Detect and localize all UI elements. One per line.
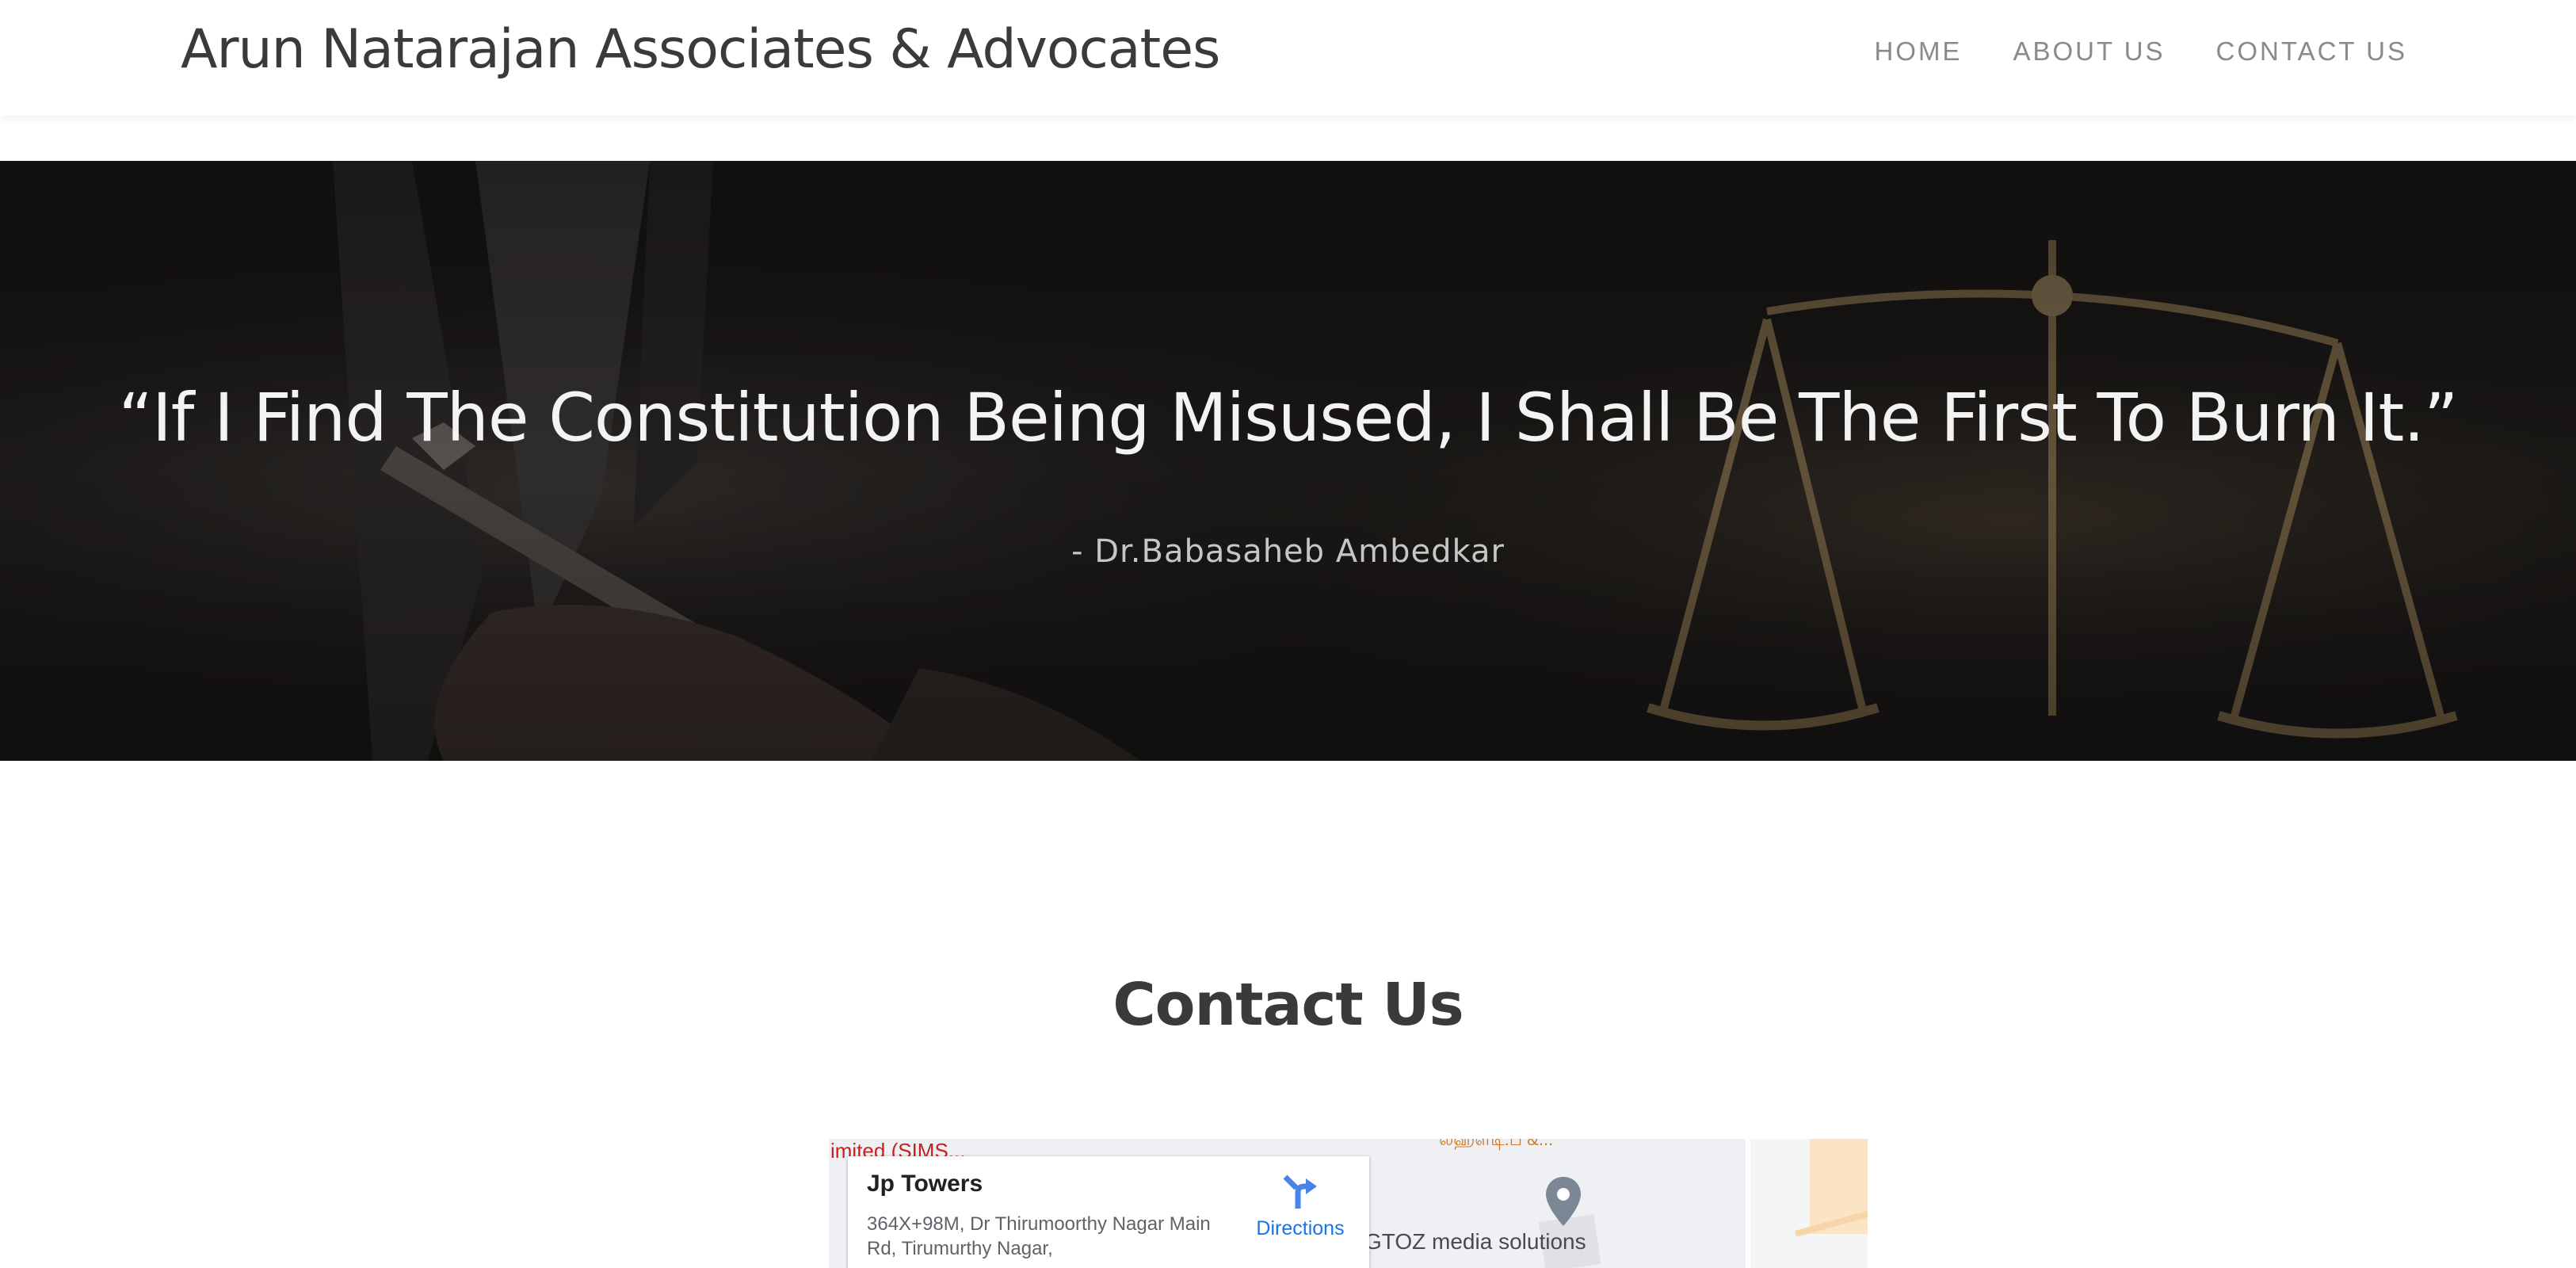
hero-quote-author: - Dr.Babasaheb Ambedkar [1071, 533, 1505, 570]
map-business-label[interactable]: GTOZ media solutions [1364, 1229, 1586, 1255]
hero-quote: “If I Find The Constitution Being Misuse… [118, 379, 2459, 456]
hero-banner: “If I Find The Constitution Being Misuse… [0, 161, 2576, 761]
main-nav: HOME ABOUT US CONTACT US [1874, 32, 2407, 71]
map-pin-icon[interactable] [1544, 1175, 1582, 1228]
map-place-address: 364X+98M, Dr Thirumoorthy Nagar Main Rd,… [867, 1213, 1211, 1259]
contact-section-title: Contact Us [1112, 971, 1464, 1039]
map-poi-label-top[interactable]: லஹ்ள்டி.ப &... [1439, 1139, 1553, 1152]
hero-background-image [0, 161, 2576, 761]
site-header: Arun Natarajan Associates & Advocates HO… [0, 0, 2576, 116]
nav-about-us[interactable]: ABOUT US [2013, 32, 2165, 71]
site-brand[interactable]: Arun Natarajan Associates & Advocates [181, 14, 1220, 86]
nav-home[interactable]: HOME [1874, 32, 1962, 71]
nav-contact-us[interactable]: CONTACT US [2216, 32, 2407, 71]
directions-button[interactable]: Directions [1241, 1174, 1360, 1240]
directions-label: Directions [1256, 1217, 1345, 1239]
embedded-map[interactable]: imited (SIMS... லஹ்ள்டி.ப &... GTOZ medi… [829, 1139, 1868, 1268]
directions-icon [1283, 1174, 1317, 1209]
map-place-card: Jp Towers 364X+98M, Dr Thirumoorthy Naga… [848, 1156, 1369, 1268]
map-place-name: Jp Towers [867, 1171, 983, 1197]
